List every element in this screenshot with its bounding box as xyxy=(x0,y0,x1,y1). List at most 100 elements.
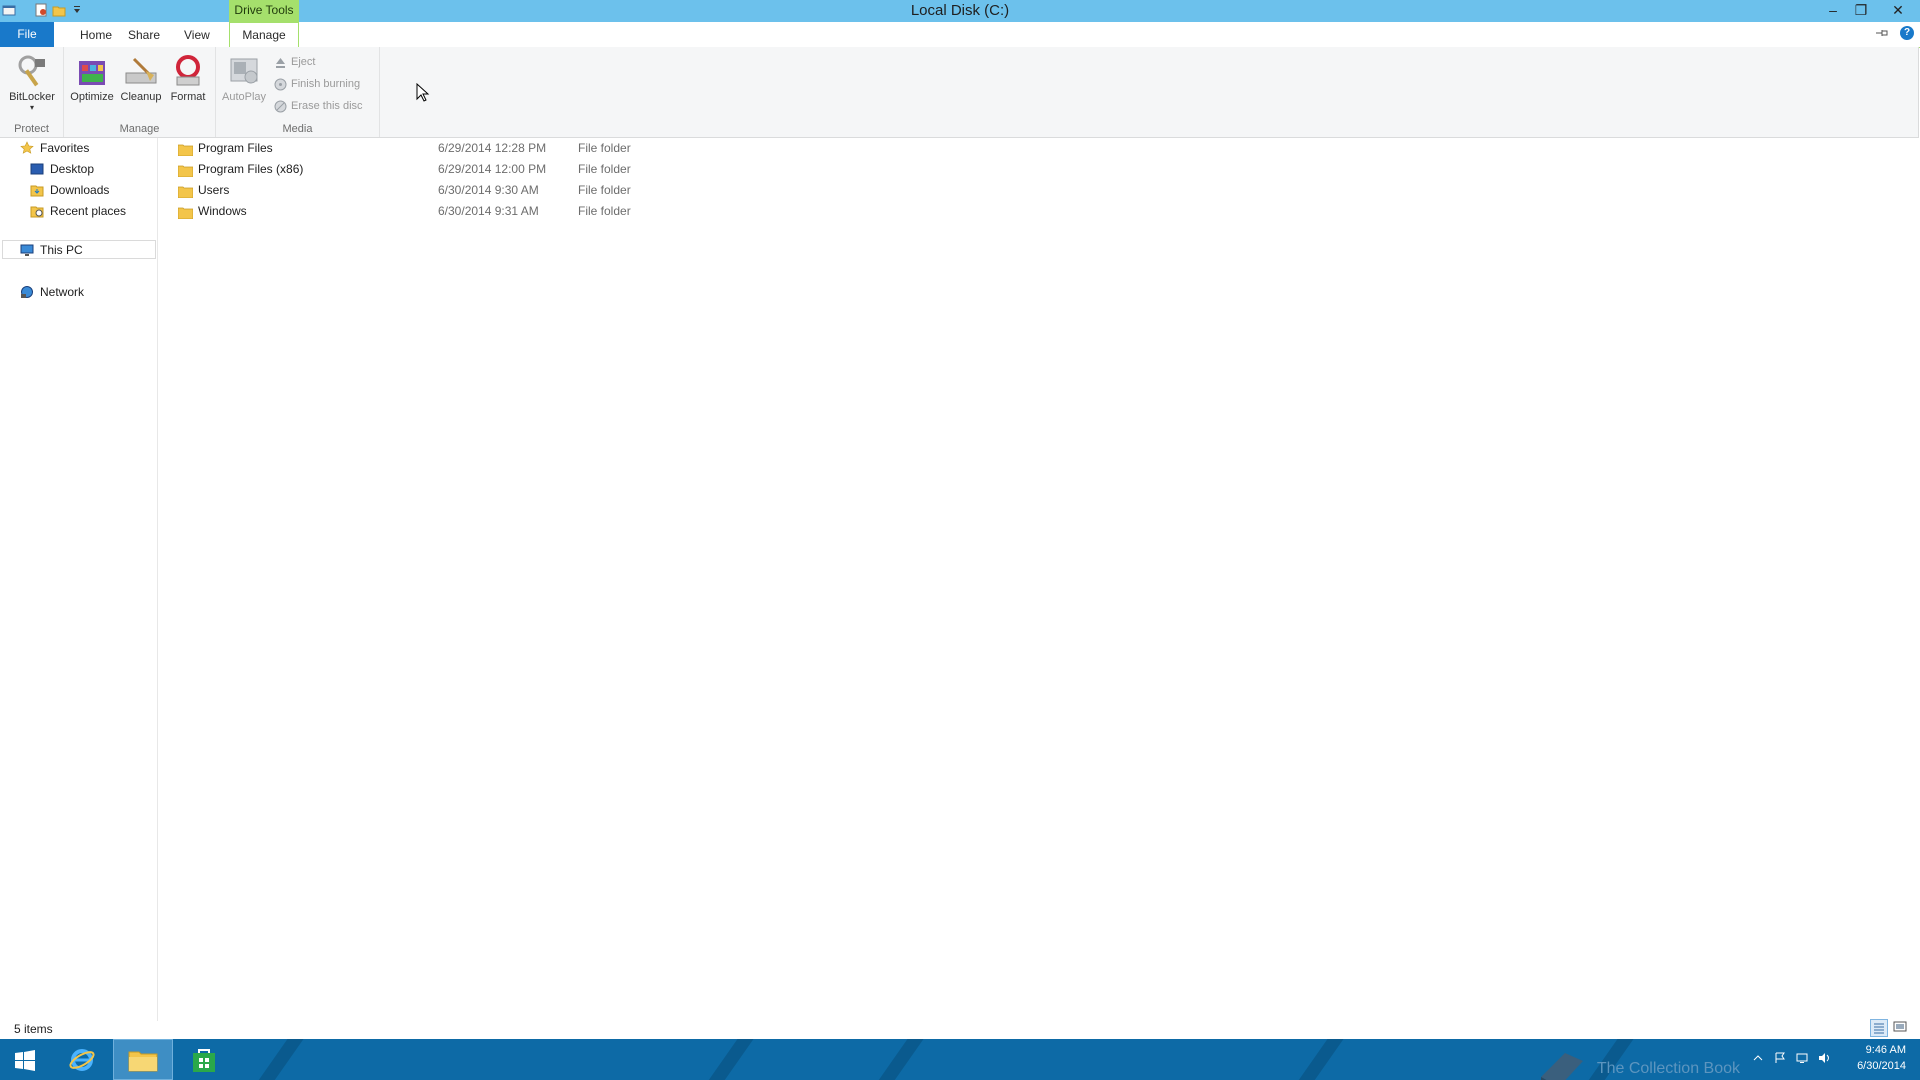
finish-burning-button[interactable]: Finish burning xyxy=(274,75,360,93)
volume-icon[interactable] xyxy=(1818,1052,1830,1064)
mouse-cursor-icon xyxy=(416,82,430,106)
show-hidden-icons-chevron-icon[interactable] xyxy=(1752,1052,1764,1064)
internet-explorer-icon xyxy=(69,1048,95,1071)
optimize-button[interactable]: Optimize xyxy=(68,53,116,103)
minimize-button[interactable]: ‒ xyxy=(1820,0,1846,22)
bitlocker-icon xyxy=(15,53,49,89)
group-manage: Optimize Cleanup Format Manage xyxy=(64,47,216,137)
tab-file[interactable]: File xyxy=(0,22,54,47)
network-tray-icon[interactable] xyxy=(1796,1052,1808,1064)
file-type: File folder xyxy=(578,141,631,155)
windows-logo-icon xyxy=(15,1049,35,1071)
file-explorer-taskbar-button[interactable] xyxy=(113,1039,173,1080)
group-protect: BitLocker ▾ Protect xyxy=(0,47,64,137)
star-icon xyxy=(20,141,34,155)
system-tray xyxy=(1752,1052,1830,1064)
file-type: File folder xyxy=(578,204,631,218)
format-label: Format xyxy=(170,91,206,103)
desktop-icon xyxy=(30,162,44,176)
eject-label: Eject xyxy=(291,56,316,68)
tab-manage[interactable]: Manage xyxy=(229,22,299,47)
cleanup-button[interactable]: Cleanup xyxy=(118,53,164,103)
nav-downloads-label: Downloads xyxy=(50,183,110,197)
clock-date: 6/30/2014 xyxy=(1857,1060,1906,1072)
clock-time: 9:46 AM xyxy=(1865,1044,1906,1056)
finish-burning-label: Finish burning xyxy=(291,78,361,90)
tab-view[interactable]: View xyxy=(174,25,220,45)
erase-disc-button[interactable]: Erase this disc xyxy=(274,97,363,115)
nav-favorites-label: Favorites xyxy=(40,141,90,155)
bitlocker-label: BitLocker xyxy=(9,91,55,103)
store-icon xyxy=(193,1048,215,1072)
navigation-pane: Favorites Desktop Downloads Recent place… xyxy=(0,138,158,1021)
bitlocker-dropdown-icon: ▾ xyxy=(29,103,34,112)
file-name: Program Files (x86) xyxy=(198,162,304,176)
file-date: 6/30/2014 9:31 AM xyxy=(438,204,539,218)
file-name: Windows xyxy=(198,204,247,218)
file-list: Program Files 6/29/2014 12:28 PM File fo… xyxy=(158,138,1918,1021)
network-icon xyxy=(20,285,34,299)
watermark: The Collection Book xyxy=(1535,1047,1740,1080)
file-name: Program Files xyxy=(198,141,273,155)
format-icon xyxy=(171,53,205,89)
group-media: AutoPlay Eject Finish burning Erase this… xyxy=(216,47,380,137)
nav-network[interactable]: Network xyxy=(20,282,84,302)
file-explorer-icon xyxy=(128,1051,158,1071)
start-button[interactable] xyxy=(0,1039,50,1080)
file-name: Users xyxy=(198,183,230,197)
folder-icon xyxy=(177,163,194,178)
format-button[interactable]: Format xyxy=(166,53,210,103)
file-date: 6/29/2014 12:00 PM xyxy=(438,162,547,176)
file-row[interactable]: Windows 6/30/2014 9:31 AM File folder xyxy=(177,201,938,222)
eject-button[interactable]: Eject xyxy=(274,53,315,71)
ribbon-tab-bar: File Home Share View Manage ? xyxy=(0,22,1920,48)
optimize-icon xyxy=(75,53,109,89)
autoplay-label: AutoPlay xyxy=(221,91,267,103)
nav-this-pc[interactable]: This PC xyxy=(20,240,83,260)
autoplay-button[interactable]: AutoPlay xyxy=(220,53,268,103)
watermark-text: The Collection Book xyxy=(1596,1060,1740,1077)
window-title: Local Disk (C:) xyxy=(910,2,1010,19)
erase-disc-icon xyxy=(274,100,287,113)
large-icons-view-icon[interactable] xyxy=(1892,1019,1910,1037)
internet-explorer-taskbar-button[interactable] xyxy=(52,1039,112,1080)
computer-icon xyxy=(20,243,34,257)
file-type: File folder xyxy=(578,162,631,176)
ribbon: BitLocker ▾ Protect Optimize Cleanup For… xyxy=(0,47,1919,138)
clock[interactable]: 9:46 AM 6/30/2014 xyxy=(1857,1042,1906,1074)
taskbar: The Collection Book 9:46 AM 6/30/2014 xyxy=(0,1039,1920,1080)
file-row[interactable]: Program Files (x86) 6/29/2014 12:00 PM F… xyxy=(177,159,938,180)
file-row[interactable]: Program Files 6/29/2014 12:28 PM File fo… xyxy=(177,138,938,159)
folder-icon xyxy=(177,142,194,157)
file-date: 6/30/2014 9:30 AM xyxy=(438,183,539,197)
pin-ribbon-icon[interactable] xyxy=(1874,26,1890,43)
item-count: 5 items xyxy=(14,1022,53,1036)
group-media-label: Media xyxy=(282,123,313,135)
nav-recent-places[interactable]: Recent places xyxy=(30,201,126,221)
close-button[interactable]: ✕ xyxy=(1876,0,1920,22)
nav-desktop[interactable]: Desktop xyxy=(30,159,94,179)
help-icon[interactable]: ? xyxy=(1900,26,1914,40)
details-view-icon[interactable] xyxy=(1870,1019,1888,1037)
restore-button[interactable]: ❐ xyxy=(1848,0,1874,22)
nav-recent-places-label: Recent places xyxy=(50,204,127,218)
file-type: File folder xyxy=(578,183,631,197)
tab-share[interactable]: Share xyxy=(118,25,170,45)
store-taskbar-button[interactable] xyxy=(174,1039,234,1080)
tab-home[interactable]: Home xyxy=(70,25,122,45)
cleanup-label: Cleanup xyxy=(120,91,162,103)
file-row[interactable]: Users 6/30/2014 9:30 AM File folder xyxy=(177,180,938,201)
erase-disc-label: Erase this disc xyxy=(291,100,363,112)
title-bar: Drive Tools Local Disk (C:) ‒ ❐ ✕ xyxy=(0,0,1920,22)
nav-network-label: Network xyxy=(40,285,85,299)
eject-icon xyxy=(274,56,287,69)
book-logo-icon xyxy=(1540,1053,1583,1080)
nav-favorites[interactable]: Favorites xyxy=(20,138,89,158)
nav-downloads[interactable]: Downloads xyxy=(30,180,109,200)
folder-icon xyxy=(177,184,194,199)
finish-burning-icon xyxy=(274,78,287,91)
bitlocker-button[interactable]: BitLocker ▾ xyxy=(4,53,60,112)
group-manage-label: Manage xyxy=(119,123,160,135)
action-center-flag-icon[interactable] xyxy=(1774,1052,1786,1064)
downloads-folder-icon xyxy=(30,183,44,197)
